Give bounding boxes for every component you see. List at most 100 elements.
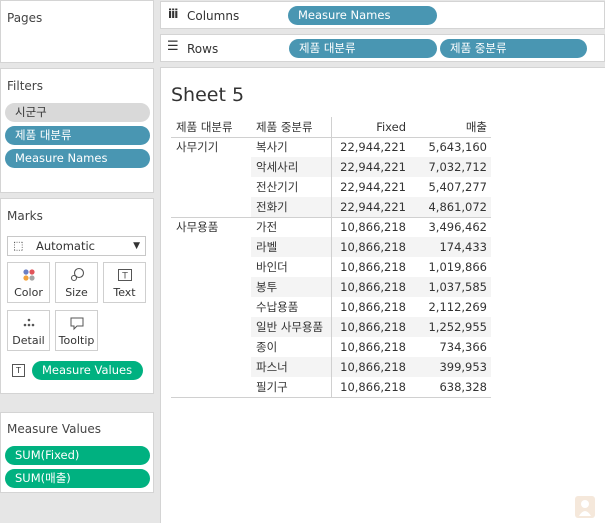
row-subcategory-cell[interactable]: 종이 bbox=[251, 337, 332, 357]
sales-value-cell[interactable]: 734,366 bbox=[410, 337, 491, 357]
measure-pill-sales[interactable]: SUM(매출) bbox=[5, 469, 150, 488]
header-product-category[interactable]: 제품 대분류 bbox=[171, 117, 251, 138]
table-row[interactable]: 사무기기 복사기 22,944,221 5,643,160 bbox=[171, 137, 491, 157]
row-group-cell[interactable] bbox=[171, 377, 251, 398]
tooltip-label: Tooltip bbox=[58, 334, 95, 347]
sales-value-cell[interactable]: 1,019,866 bbox=[410, 257, 491, 277]
row-subcategory-cell[interactable]: 가전 bbox=[251, 216, 332, 237]
row-group-cell[interactable] bbox=[171, 277, 251, 297]
sales-value-cell[interactable]: 1,252,955 bbox=[410, 317, 491, 337]
row-group-cell[interactable]: 사무기기 bbox=[171, 137, 251, 157]
fixed-value-cell[interactable]: 10,866,218 bbox=[331, 237, 410, 257]
columns-shelf[interactable]: iii Columns Measure Names bbox=[160, 1, 605, 29]
color-icon bbox=[8, 267, 49, 283]
sales-value-cell[interactable]: 7,032,712 bbox=[410, 157, 491, 177]
table-row[interactable]: 봉투 10,866,218 1,037,585 bbox=[171, 277, 491, 297]
row-group-cell[interactable] bbox=[171, 317, 251, 337]
filter-pill-measure-names[interactable]: Measure Names bbox=[5, 149, 150, 168]
table-row[interactable]: 종이 10,866,218 734,366 bbox=[171, 337, 491, 357]
row-group-cell[interactable] bbox=[171, 177, 251, 197]
row-group-cell[interactable] bbox=[171, 297, 251, 317]
columns-measure-names-pill[interactable]: Measure Names bbox=[288, 6, 437, 25]
sales-value-cell[interactable]: 5,407,277 bbox=[410, 177, 491, 197]
fixed-value-cell[interactable]: 10,866,218 bbox=[331, 297, 410, 317]
rows-product-category-pill[interactable]: 제품 대분류 bbox=[289, 39, 437, 58]
color-button[interactable]: Color bbox=[7, 262, 50, 303]
columns-icon: iii bbox=[168, 7, 178, 21]
row-subcategory-cell[interactable]: 필기구 bbox=[251, 377, 332, 398]
filters-card[interactable]: Filters 시군구 제품 대분류 Measure Names bbox=[0, 68, 154, 193]
crosstab-table: 제품 대분류 제품 중분류 Fixed 매출 사무기기 복사기 22,944,221… bbox=[171, 117, 491, 398]
fixed-value-cell[interactable]: 10,866,218 bbox=[331, 277, 410, 297]
filter-pill-product-category[interactable]: 제품 대분류 bbox=[5, 126, 150, 145]
rows-product-subcategory-pill[interactable]: 제품 중분류 bbox=[440, 39, 587, 58]
sales-value-cell[interactable]: 399,953 bbox=[410, 357, 491, 377]
sales-value-cell[interactable]: 5,643,160 bbox=[410, 137, 491, 157]
filters-title: Filters bbox=[7, 79, 43, 93]
sales-value-cell[interactable]: 4,861,072 bbox=[410, 197, 491, 217]
rows-shelf[interactable]: ☰ Rows 제품 대분류 제품 중분류 bbox=[160, 34, 605, 62]
pages-card[interactable]: Pages bbox=[0, 0, 154, 63]
row-subcategory-cell[interactable]: 복사기 bbox=[251, 137, 332, 157]
table-row[interactable]: 전산기기 22,944,221 5,407,277 bbox=[171, 177, 491, 197]
row-subcategory-cell[interactable]: 일반 사무용품 bbox=[251, 317, 332, 337]
table-row[interactable]: 전화기 22,944,221 4,861,072 bbox=[171, 197, 491, 217]
sales-value-cell[interactable]: 1,037,585 bbox=[410, 277, 491, 297]
mark-type-dropdown[interactable]: ⬚ Automatic ▼ bbox=[7, 236, 146, 256]
fixed-value-cell[interactable]: 10,866,218 bbox=[331, 317, 410, 337]
table-row[interactable]: 라벨 10,866,218 174,433 bbox=[171, 237, 491, 257]
row-group-cell[interactable] bbox=[171, 337, 251, 357]
fixed-value-cell[interactable]: 22,944,221 bbox=[331, 197, 410, 217]
row-group-cell[interactable] bbox=[171, 257, 251, 277]
columns-label: Columns bbox=[187, 9, 240, 23]
fixed-value-cell[interactable]: 10,866,218 bbox=[331, 216, 410, 237]
fixed-value-cell[interactable]: 22,944,221 bbox=[331, 157, 410, 177]
row-subcategory-cell[interactable]: 바인더 bbox=[251, 257, 332, 277]
svg-text:T: T bbox=[121, 272, 128, 282]
table-row[interactable]: 일반 사무용품 10,866,218 1,252,955 bbox=[171, 317, 491, 337]
header-fixed[interactable]: Fixed bbox=[331, 117, 410, 138]
table-row[interactable]: 필기구 10,866,218 638,328 bbox=[171, 377, 491, 398]
fixed-value-cell[interactable]: 10,866,218 bbox=[331, 357, 410, 377]
row-subcategory-cell[interactable]: 파스너 bbox=[251, 357, 332, 377]
row-group-cell[interactable]: 사무용품 bbox=[171, 216, 251, 237]
row-subcategory-cell[interactable]: 전산기기 bbox=[251, 177, 332, 197]
fixed-value-cell[interactable]: 22,944,221 bbox=[331, 177, 410, 197]
row-subcategory-cell[interactable]: 전화기 bbox=[251, 197, 332, 217]
row-subcategory-cell[interactable]: 봉투 bbox=[251, 277, 332, 297]
row-group-cell[interactable] bbox=[171, 357, 251, 377]
sales-value-cell[interactable]: 174,433 bbox=[410, 237, 491, 257]
pages-title: Pages bbox=[7, 11, 43, 25]
header-product-subcategory[interactable]: 제품 중분류 bbox=[251, 117, 332, 138]
row-subcategory-cell[interactable]: 악세사리 bbox=[251, 157, 332, 177]
table-row[interactable]: 바인더 10,866,218 1,019,866 bbox=[171, 257, 491, 277]
marks-measure-values-pill[interactable]: Measure Values bbox=[32, 361, 143, 380]
header-sales[interactable]: 매출 bbox=[410, 117, 491, 138]
table-row[interactable]: 악세사리 22,944,221 7,032,712 bbox=[171, 157, 491, 177]
sales-value-cell[interactable]: 3,496,462 bbox=[410, 216, 491, 237]
fixed-value-cell[interactable]: 10,866,218 bbox=[331, 257, 410, 277]
fixed-value-cell[interactable]: 22,944,221 bbox=[331, 137, 410, 157]
measure-values-card[interactable]: Measure Values SUM(Fixed) SUM(매출) bbox=[0, 412, 154, 493]
tooltip-button[interactable]: Tooltip bbox=[55, 310, 98, 351]
table-row[interactable]: 사무용품 가전 10,866,218 3,496,462 bbox=[171, 216, 491, 237]
sales-value-cell[interactable]: 638,328 bbox=[410, 377, 491, 398]
measure-pill-fixed[interactable]: SUM(Fixed) bbox=[5, 446, 150, 465]
table-row[interactable]: 수납용품 10,866,218 2,112,269 bbox=[171, 297, 491, 317]
row-group-cell[interactable] bbox=[171, 197, 251, 217]
filter-pill-sigungu[interactable]: 시군구 bbox=[5, 103, 150, 122]
fixed-value-cell[interactable]: 10,866,218 bbox=[331, 337, 410, 357]
row-group-cell[interactable] bbox=[171, 237, 251, 257]
detail-icon bbox=[8, 315, 49, 331]
row-group-cell[interactable] bbox=[171, 157, 251, 177]
fixed-value-cell[interactable]: 10,866,218 bbox=[331, 377, 410, 398]
sales-value-cell[interactable]: 2,112,269 bbox=[410, 297, 491, 317]
table-row[interactable]: 파스너 10,866,218 399,953 bbox=[171, 357, 491, 377]
rows-label: Rows bbox=[187, 42, 219, 56]
size-button[interactable]: Size bbox=[55, 262, 98, 303]
row-subcategory-cell[interactable]: 라벨 bbox=[251, 237, 332, 257]
row-subcategory-cell[interactable]: 수납용품 bbox=[251, 297, 332, 317]
mark-type-value: Automatic bbox=[36, 239, 95, 253]
detail-button[interactable]: Detail bbox=[7, 310, 50, 351]
text-button[interactable]: T Text bbox=[103, 262, 146, 303]
